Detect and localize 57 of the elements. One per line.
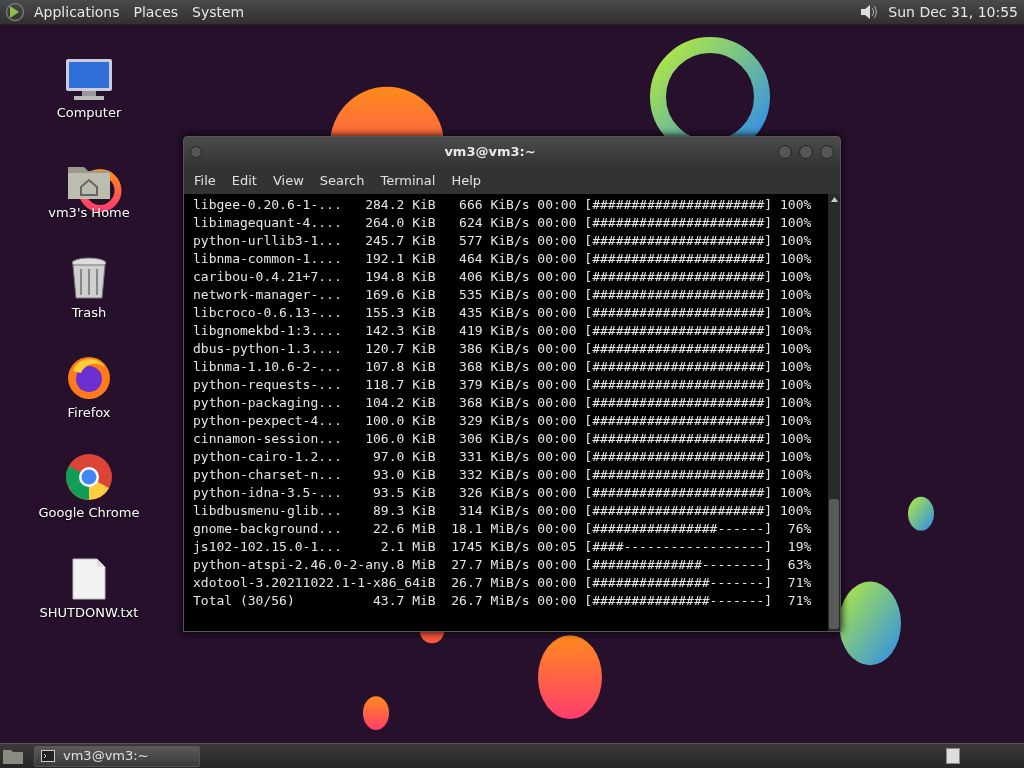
terminal-line: libnma-common-1.... 192.1 KiB 464 KiB/s 00:00 [######################] 100% [193, 250, 813, 268]
mint-logo-icon[interactable] [4, 2, 26, 22]
desktop-icon-label[interactable]: Trash [71, 303, 107, 323]
menu-item[interactable]: File [188, 170, 222, 191]
menu-item[interactable]: View [266, 170, 310, 191]
terminal-line: cinnamon-session... 106.0 KiB 306 KiB/s 00:00 [######################] 100% [193, 430, 813, 448]
terminal-line: network-manager-... 169.6 KiB 535 KiB/s 00:00 [######################] 100% [193, 286, 813, 304]
terminal-line: caribou-0.4.21+7... 194.8 KiB 406 KiB/s 00:00 [######################] 100% [193, 268, 813, 286]
desktop-icon-label[interactable]: Google Chrome [38, 503, 140, 523]
monitor-icon [64, 57, 114, 101]
window-menu-icon[interactable] [190, 146, 202, 158]
terminal-line: libnma-1.10.6-2-... 107.8 KiB 368 KiB/s 00:00 [######################] 100% [193, 358, 813, 376]
desktop-icon-label[interactable]: Firefox [67, 403, 111, 423]
terminal-line: python-charset-n... 93.0 KiB 332 KiB/s 00:00 [######################] 100% [193, 466, 813, 484]
terminal-line: python-packaging... 104.2 KiB 368 KiB/s 00:00 [######################] 100% [193, 394, 813, 412]
terminal-line: libgee-0.20.6-1-... 284.2 KiB 666 KiB/s 00:00 [######################] 100% [193, 196, 813, 214]
terminal-line: js102-102.15.0-1... 2.1 MiB 1745 KiB/s 00:05 [####------------------] 19% [193, 538, 813, 556]
show-desktop-icon[interactable] [2, 747, 24, 765]
terminal-line: gnome-background... 22.6 MiB 18.1 MiB/s 00:00 [################------] 76% [193, 520, 813, 538]
panel-menu[interactable]: System [192, 1, 245, 23]
workspace-switcher-icon[interactable] [946, 748, 960, 764]
panel-menu[interactable]: Applications [34, 1, 120, 23]
menu-item[interactable]: Help [445, 170, 488, 191]
text-file-icon [71, 557, 107, 601]
terminal-line: python-idna-3.5-... 93.5 KiB 326 KiB/s 00:00 [######################] 100% [193, 484, 813, 502]
maximize-icon[interactable] [799, 145, 813, 159]
window-title: vm3@vm3:~ [443, 143, 537, 162]
menu-item[interactable]: Search [313, 170, 371, 191]
terminal-line: libdbusmenu-glib... 89.3 KiB 314 KiB/s 00:00 [######################] 100% [193, 502, 813, 520]
taskbar-button[interactable]: vm3@vm3:~ [34, 745, 200, 767]
speaker-icon[interactable] [858, 2, 879, 22]
terminal-icon [41, 750, 55, 762]
menu-item[interactable]: Terminal [374, 170, 442, 191]
desktop-icon-label[interactable]: Computer [56, 103, 122, 123]
terminal-line: libgnomekbd-1:3.... 142.3 KiB 419 KiB/s 00:00 [######################] 100% [193, 322, 813, 340]
terminal-line: python-urllib3-1... 245.7 KiB 577 KiB/s 00:00 [######################] 100% [193, 232, 813, 250]
scroll-up-icon[interactable] [830, 197, 838, 202]
terminal-line: libcroco-0.6.13-... 155.3 KiB 435 KiB/s 00:00 [######################] 100% [193, 304, 813, 322]
desktop-icon-label[interactable]: SHUTDONW.txt [39, 603, 139, 623]
browser-logo-icon [65, 453, 113, 501]
terminal-line: Total (30/56) 43.7 MiB 26.7 MiB/s 00:00 [###############-------] 71% [193, 592, 813, 610]
trash-icon [70, 257, 108, 301]
scrollbar[interactable] [828, 194, 840, 631]
close-icon[interactable] [820, 145, 834, 159]
desktop-icon-label[interactable]: vm3's Home [48, 203, 130, 223]
terminal-line: python-atspi-2.46.0-2-any.8 MiB 27.7 MiB/s 00:00 [##############--------] 63% [193, 556, 813, 574]
terminal-line: python-pexpect-4... 100.0 KiB 329 KiB/s 00:00 [######################] 100% [193, 412, 813, 430]
terminal-line: xdotool-3.20211022.1-1-x86_64iB 26.7 MiB/s 00:00 [###############-------] 71% [193, 574, 813, 592]
menu-item[interactable]: Edit [225, 170, 263, 191]
panel-menu[interactable]: Places [133, 1, 179, 23]
terminal-line: libimagequant-4.... 264.0 KiB 624 KiB/s 00:00 [######################] 100% [193, 214, 813, 232]
clock[interactable]: Sun Dec 31, 10:55 [888, 1, 1018, 23]
minimize-icon[interactable] [778, 145, 792, 159]
terminal-line: dbus-python-1.3.... 120.7 KiB 386 KiB/s 00:00 [######################] 100% [193, 340, 813, 358]
scroll-thumb[interactable] [829, 499, 839, 629]
terminal-line: python-requests-... 118.7 KiB 379 KiB/s 00:00 [######################] 100% [193, 376, 813, 394]
terminal-line: python-cairo-1.2... 97.0 KiB 331 KiB/s 00:00 [######################] 100% [193, 448, 813, 466]
